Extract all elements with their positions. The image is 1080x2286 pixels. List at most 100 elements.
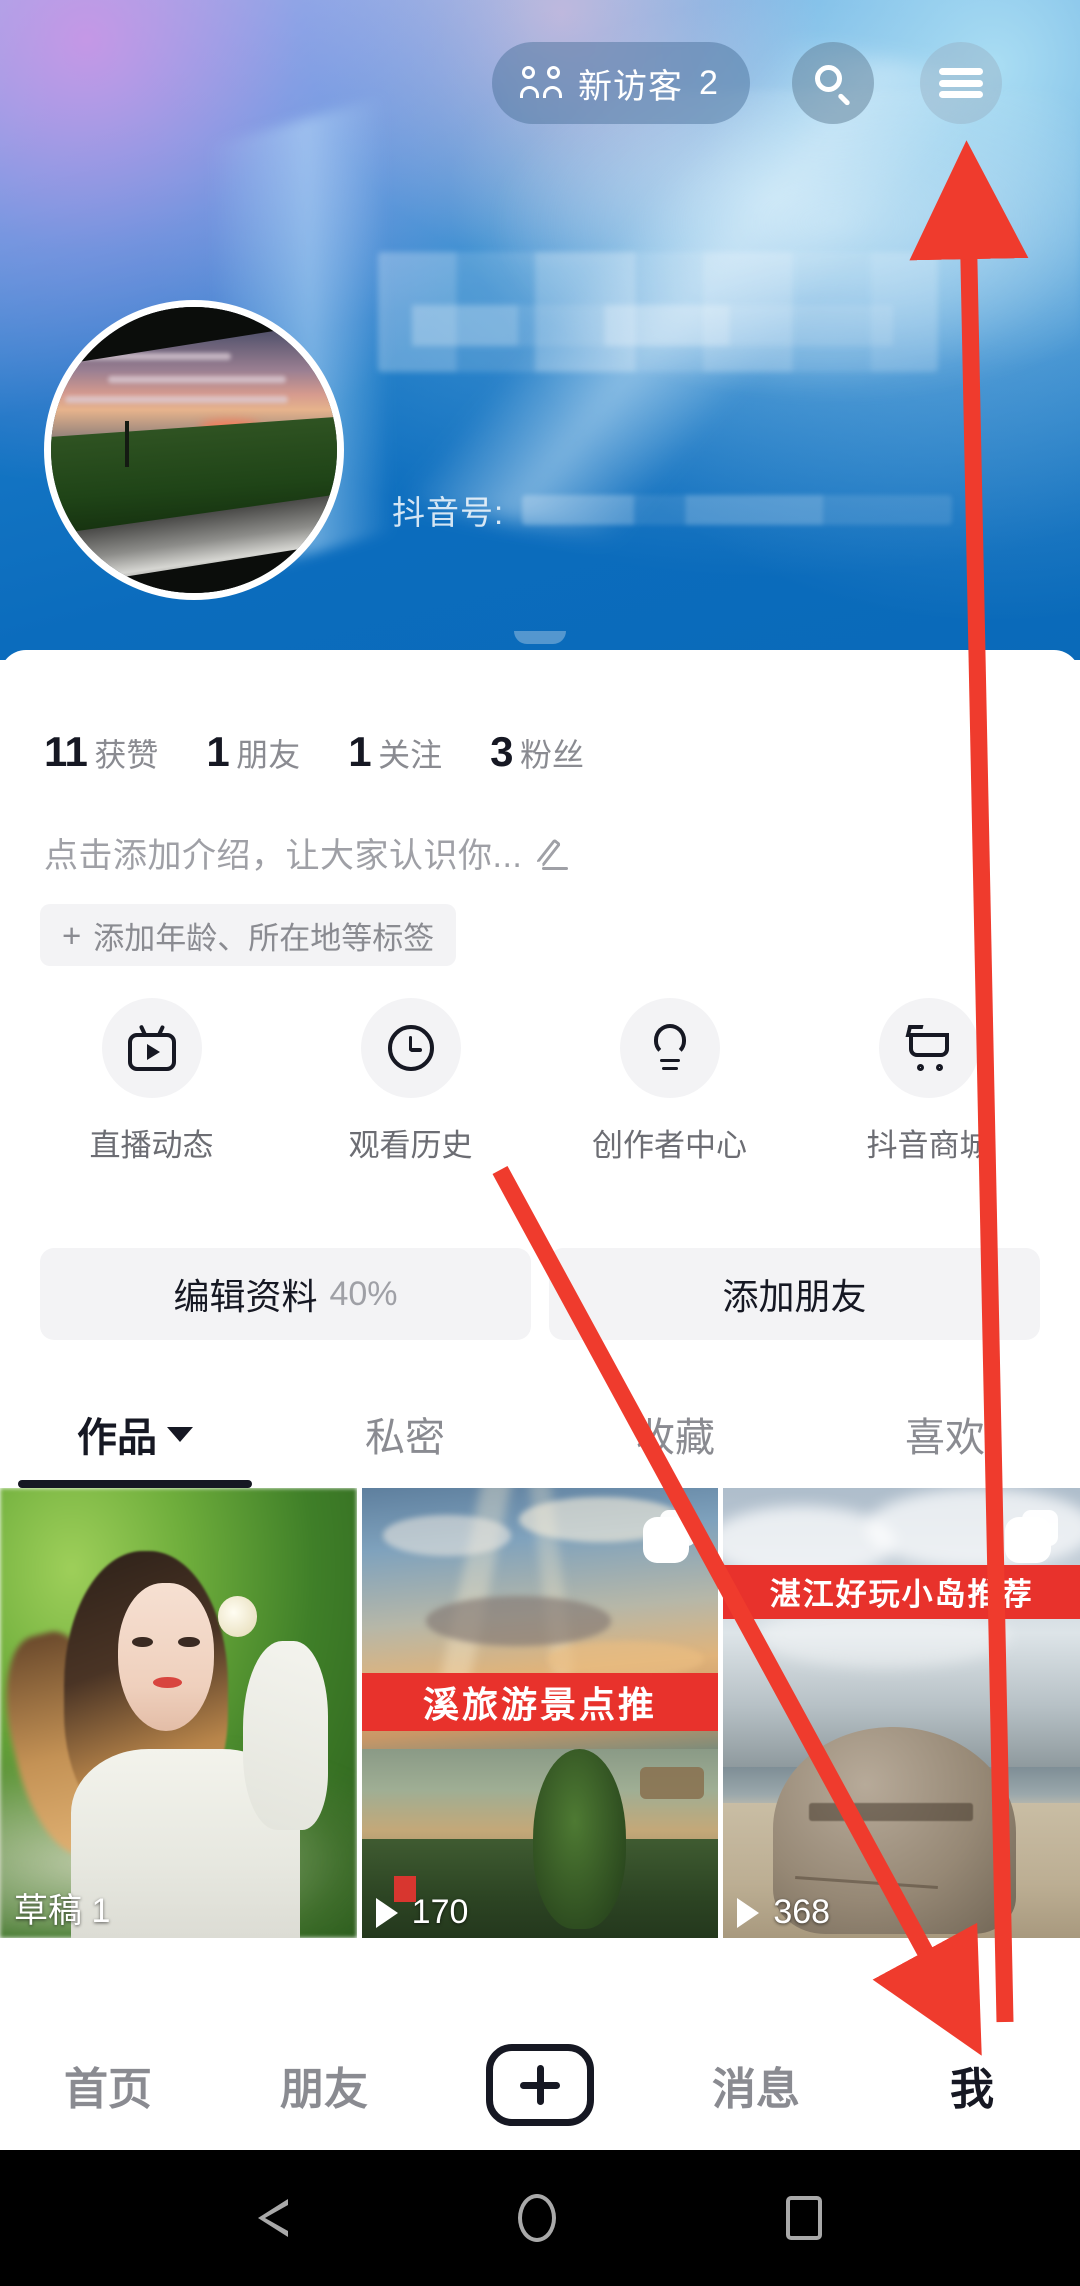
quick-action-history[interactable]: 观看历史 [281,998,540,1165]
android-system-navigation [0,2150,1080,2286]
video-grid: 草稿 1 溪旅游景点推 170 湛江好玩小岛推荐 368 [0,1488,1080,1938]
plus-icon-horizontal [520,2081,560,2089]
nav-home-label: 首页 [64,2065,152,2114]
tab-favorites[interactable]: 收藏 [540,1380,810,1488]
content-tabs: 作品 私密 收藏 喜欢 [0,1380,1080,1488]
stat-followers-label: 粉丝 [520,737,585,773]
nav-home[interactable]: 首页 [0,2053,216,2117]
nav-friends-label: 朋友 [280,2065,368,2114]
tab-favorites-label: 收藏 [635,1416,715,1460]
add-friend-label: 添加朋友 [722,1276,867,1317]
grid-item-river-meta: 170 [375,1893,469,1932]
stat-following-value: 1 [348,728,372,775]
clock-icon [387,1025,434,1071]
tab-liked[interactable]: 喜欢 [810,1380,1080,1488]
multi-image-stack-icon [1010,1510,1059,1558]
quick-action-mall-label: 抖音商城 [866,1128,991,1163]
stat-followers-value: 3 [490,728,514,775]
tab-works-label: 作品 [77,1416,157,1460]
tab-works[interactable]: 作品 [0,1380,270,1488]
stat-likes-value: 11 [44,728,88,775]
plus-icon: + [62,916,82,954]
chevron-down-icon [167,1426,193,1442]
menu-button[interactable] [920,42,1002,124]
tab-private-label: 私密 [365,1416,445,1460]
tab-private[interactable]: 私密 [270,1380,540,1488]
back-triangle-icon[interactable] [258,2199,288,2237]
play-icon [737,1897,763,1928]
add-tags-label: 添加年龄、所在地等标签 [93,920,435,956]
stat-likes-label: 获赞 [94,737,159,773]
hamburger-menu-icon [939,68,983,98]
add-friend-button[interactable]: 添加朋友 [549,1248,1040,1340]
stat-followers[interactable]: 3 粉丝 [490,728,584,776]
shopping-cart-icon [905,1025,953,1071]
bio-placeholder-text: 点击添加介绍，让大家认识你... [44,837,523,875]
phone-screen: 新访客 2 抖音号: 11 获赞 1 朋友 1 关注 3 粉丝 点击添加介绍，让… [0,0,1080,2286]
lightbulb-icon-bubble [619,998,720,1098]
nav-me-label: 我 [950,2065,994,2114]
stat-friends-label: 朋友 [236,737,301,773]
pencil-icon [536,834,574,872]
stat-following[interactable]: 1 关注 [348,728,442,776]
search-icon [813,63,853,107]
username-redacted[interactable] [378,252,938,372]
plus-create-button[interactable] [486,2044,594,2126]
grid-item-island[interactable]: 湛江好玩小岛推荐 368 [723,1488,1080,1938]
stat-following-label: 关注 [378,737,443,773]
people-icon [520,66,562,100]
grid-item-island-meta: 368 [737,1893,830,1932]
grid-item-river[interactable]: 溪旅游景点推 170 [361,1488,719,1938]
multi-image-stack-icon [648,1510,697,1558]
stat-friends[interactable]: 1 朋友 [206,728,300,776]
home-circle-icon[interactable] [518,2194,556,2242]
bottom-navigation-bar: 首页 朋友 消息 我 [0,2020,1080,2150]
top-header-bar: 新访客 2 [0,0,1080,150]
stat-likes[interactable]: 11 获赞 [44,728,158,776]
quick-action-mall[interactable]: 抖音商城 [799,998,1058,1165]
grid-item-draft-label: 草稿 1 [14,1892,111,1930]
grid-item-island-banner: 湛江好玩小岛推荐 [723,1564,1080,1619]
nav-friends[interactable]: 朋友 [216,2053,432,2117]
grid-item-river-banner: 溪旅游景点推 [361,1672,719,1731]
add-tags-button[interactable]: + 添加年龄、所在地等标签 [40,904,457,966]
douyin-id-value-redacted [522,495,953,525]
tv-live-icon-bubble [101,998,202,1098]
nav-me[interactable]: 我 [864,2053,1080,2117]
edit-profile-percent: 40% [329,1274,398,1313]
sheet-pull-handle[interactable] [514,631,566,644]
stat-friends-value: 1 [206,728,230,775]
quick-action-creator-label: 创作者中心 [592,1128,747,1163]
play-icon [375,1897,402,1928]
recents-square-icon[interactable] [786,2196,822,2240]
quick-actions-row: 直播动态 观看历史 创作者中心 抖音商城 [0,998,1080,1165]
tab-active-underline [18,1480,252,1488]
search-button[interactable] [792,42,874,124]
stats-row: 11 获赞 1 朋友 1 关注 3 粉丝 [44,728,584,776]
lightbulb-icon [648,1024,692,1072]
bio-placeholder-row[interactable]: 点击添加介绍，让大家认识你... [44,828,574,877]
grid-item-island-plays: 368 [773,1893,831,1931]
new-visitors-count: 2 [699,63,718,102]
quick-action-creator[interactable]: 创作者中心 [540,998,799,1165]
tv-live-icon [127,1024,176,1071]
nav-messages-label: 消息 [712,2065,800,2114]
edit-profile-button[interactable]: 编辑资料 40% [40,1248,531,1340]
clock-icon-bubble [360,998,461,1098]
action-buttons-row: 编辑资料 40% 添加朋友 [40,1248,1040,1340]
avatar[interactable] [44,300,344,600]
grid-item-draft-meta: 草稿 1 [14,1883,110,1932]
douyin-id-row[interactable]: 抖音号: [392,486,953,534]
quick-action-live[interactable]: 直播动态 [22,998,281,1165]
quick-action-history-label: 观看历史 [348,1128,473,1163]
douyin-id-label: 抖音号: [392,494,505,531]
quick-action-live-label: 直播动态 [89,1128,214,1163]
edit-profile-label: 编辑资料 [173,1276,318,1317]
grid-item-river-plays: 170 [411,1893,469,1931]
new-visitors-label: 新访客 [578,67,683,106]
nav-messages[interactable]: 消息 [648,2053,864,2117]
nav-create-wrap[interactable] [432,2044,648,2126]
new-visitors-pill[interactable]: 新访客 2 [492,42,750,124]
shopping-cart-icon-bubble [878,998,979,1098]
grid-item-draft[interactable]: 草稿 1 [0,1488,357,1938]
